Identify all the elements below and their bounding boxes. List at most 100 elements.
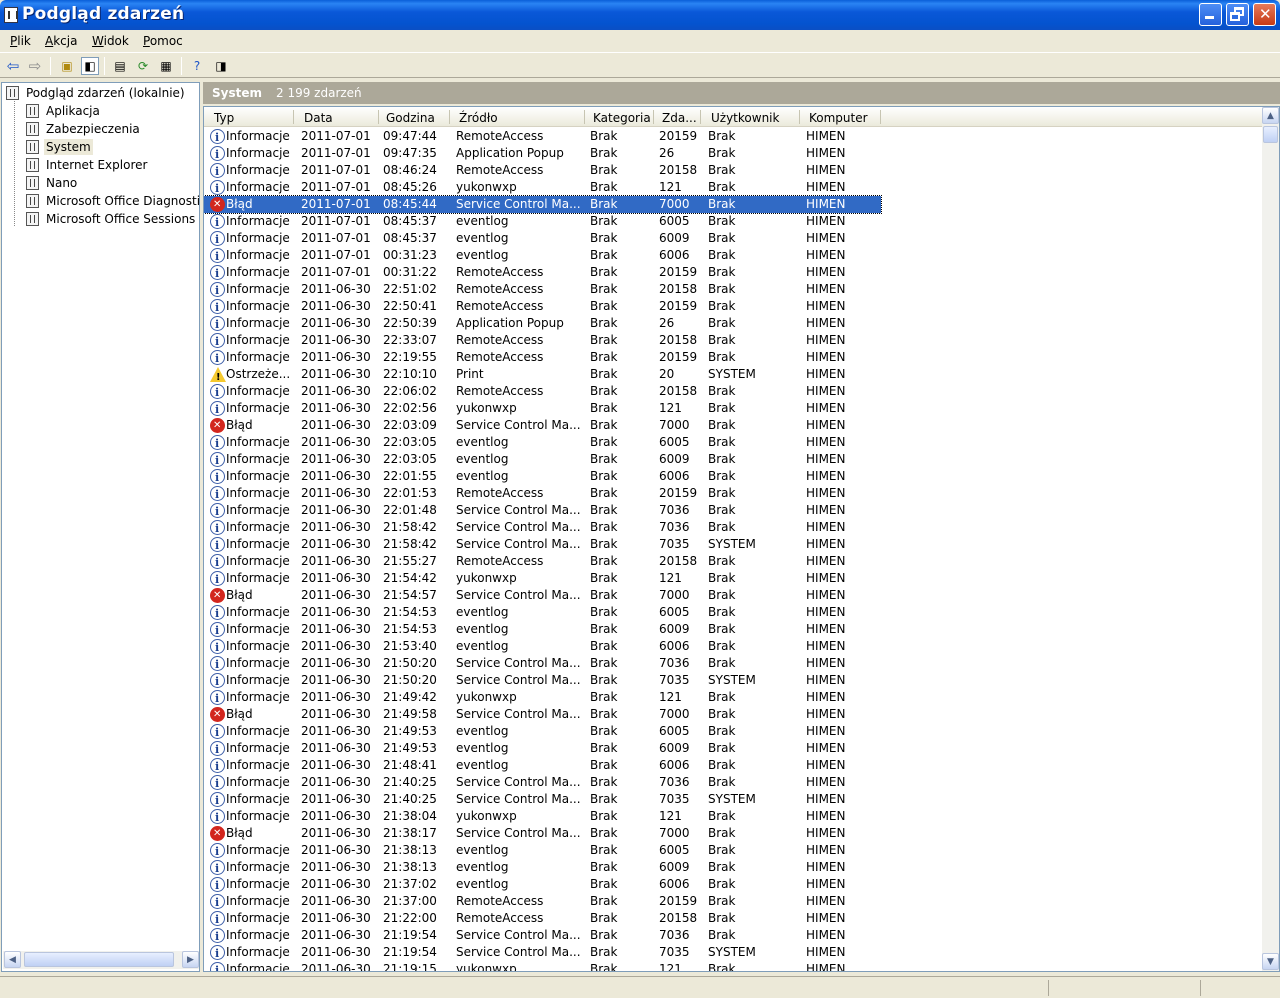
table-row[interactable]: Informacje 2011-06-30 21:38:13 eventlog Brak… [204,842,881,860]
column-divider[interactable] [653,110,654,124]
table-row[interactable]: Błąd 2011-07-01 08:45:44 Service Control Ma… [204,195,882,214]
close-button[interactable]: ✕ [1253,3,1276,26]
scroll-thumb[interactable] [24,952,174,967]
title-bar[interactable]: Podgląd zdarzeń ✕ [0,0,1280,30]
table-row[interactable]: Informacje 2011-06-30 21:22:00 RemoteAccess… [204,910,881,928]
table-row[interactable]: Informacje 2011-06-30 22:50:41 RemoteAccess… [204,298,881,316]
table-row[interactable]: Informacje 2011-06-30 21:38:13 eventlog Brak… [204,859,881,877]
table-row[interactable]: Informacje 2011-06-30 21:49:42 yukonwxp Brak… [204,689,881,707]
table-row[interactable]: Informacje 2011-06-30 22:50:39 Application … [204,315,881,333]
menu-widok[interactable]: Widok [92,34,129,48]
table-row[interactable]: Informacje 2011-06-30 22:19:55 RemoteAccess… [204,349,881,367]
table-row[interactable]: Informacje 2011-06-30 21:55:27 RemoteAccess… [204,553,881,571]
table-row[interactable]: Informacje 2011-06-30 21:50:20 Service Cont… [204,672,881,690]
table-row[interactable]: Błąd 2011-06-30 22:03:09 Service Control Ma… [204,417,881,434]
table-row[interactable]: Informacje 2011-07-01 00:31:22 RemoteAccess… [204,264,881,282]
table-row[interactable]: Informacje 2011-06-30 21:40:25 Service Cont… [204,774,881,792]
table-row[interactable]: Informacje 2011-07-01 08:45:37 eventlog Brak… [204,213,881,231]
table-row[interactable]: Informacje 2011-06-30 22:02:56 yukonwxp Brak… [204,400,881,418]
table-row[interactable]: Informacje 2011-07-01 09:47:35 Application … [204,145,881,163]
table-row[interactable]: Informacje 2011-06-30 21:49:53 eventlog Brak… [204,740,881,758]
scroll-thumb[interactable] [1263,126,1278,143]
table-row[interactable]: Informacje 2011-06-30 22:01:55 eventlog Brak… [204,468,881,486]
table-row[interactable]: Informacje 2011-06-30 22:03:05 eventlog Brak… [204,451,881,469]
table-row[interactable]: Informacje 2011-06-30 21:50:20 Service Cont… [204,655,881,673]
table-row[interactable]: Błąd 2011-06-30 21:38:17 Service Control Ma… [204,825,881,842]
table-row[interactable]: Informacje 2011-06-30 21:49:53 eventlog Brak… [204,723,881,741]
column-header-komputer[interactable]: Komputer [809,111,868,125]
table-row[interactable]: Informacje 2011-06-30 21:53:40 eventlog Brak… [204,638,881,656]
table-cell: 121 [659,401,682,415]
table-row[interactable]: Informacje 2011-07-01 09:47:44 RemoteAccess… [204,128,881,146]
table-row[interactable]: Błąd 2011-06-30 21:54:57 Service Control Ma… [204,587,881,604]
table-row[interactable]: Informacje 2011-06-30 22:51:02 RemoteAccess… [204,281,881,299]
back-arrow-icon[interactable]: ⇦ [4,57,22,75]
scroll-up-icon[interactable]: ▲ [1262,107,1279,124]
up-folder-icon[interactable]: ▣ [58,57,76,75]
table-row[interactable]: Informacje 2011-06-30 21:40:25 Service Cont… [204,791,881,809]
table-row[interactable]: Informacje 2011-07-01 00:31:23 eventlog Brak… [204,247,881,265]
table-row[interactable]: Informacje 2011-06-30 21:54:53 eventlog Brak… [204,621,881,639]
table-cell: 22:01:48 [383,503,437,517]
column-header-uzytkownik[interactable]: Użytkownik [711,111,779,125]
column-header-zrodlo[interactable]: Źródło [459,111,498,125]
table-row[interactable]: Informacje 2011-06-30 22:03:05 eventlog Brak… [204,434,881,452]
table-cell: 21:38:13 [383,843,437,857]
forward-arrow-icon[interactable]: ⇨ [26,57,44,75]
table-row[interactable]: Informacje 2011-06-30 21:19:15 yukonwxp Brak… [204,961,881,971]
console-icon[interactable]: ◨ [212,57,230,75]
column-divider[interactable] [378,110,379,124]
table-row[interactable]: Informacje 2011-06-30 21:58:42 Service Cont… [204,519,881,537]
menu-plik[interactable]: Plik [10,34,31,48]
table-row[interactable]: Informacje 2011-07-01 08:45:37 eventlog Brak… [204,230,881,248]
table-cell: 2011-06-30 [301,911,371,925]
column-divider[interactable] [449,110,450,124]
menu-pomoc[interactable]: Pomoc [143,34,183,48]
table-row[interactable]: Informacje 2011-06-30 21:54:53 eventlog Brak… [204,604,881,622]
table-cell: 2011-06-30 [301,894,371,908]
table-cell: Brak [708,350,736,364]
table-row[interactable]: Informacje 2011-06-30 21:58:42 Service Cont… [204,536,881,554]
column-divider[interactable] [880,110,881,124]
scroll-down-icon[interactable]: ▼ [1262,953,1279,970]
table-row[interactable]: Informacje 2011-06-30 21:37:02 eventlog Brak… [204,876,881,894]
list-vertical-scrollbar[interactable]: ▲ ▼ [1262,107,1279,971]
help-icon[interactable]: ? [188,57,206,75]
table-cell: Brak [590,554,618,568]
table-row[interactable]: Informacje 2011-06-30 22:06:02 RemoteAccess… [204,383,881,401]
table-row[interactable]: Informacje 2011-06-30 22:01:53 RemoteAccess… [204,485,881,503]
table-row[interactable]: Informacje 2011-07-01 08:45:26 yukonwxp Brak… [204,179,881,197]
table-row[interactable]: Informacje 2011-06-30 22:01:48 Service Cont… [204,502,881,520]
column-header-typ[interactable]: Typ [214,111,234,125]
column-divider[interactable] [584,110,585,124]
export-list-icon[interactable]: ▦ [157,57,175,75]
column-header-godzina[interactable]: Godzina [386,111,435,125]
maximize-button[interactable] [1226,3,1249,26]
column-divider[interactable] [293,110,294,124]
properties-icon[interactable]: ▤ [111,57,129,75]
table-cell: Błąd [226,826,253,840]
tree-horizontal-scrollbar[interactable]: ◀ ▶ [3,951,199,969]
table-row[interactable]: Informacje 2011-06-30 21:19:54 Service Cont… [204,927,881,945]
scroll-right-icon[interactable]: ▶ [182,951,199,968]
table-row[interactable]: Ostrzeże... 2011-06-30 22:10:10 Print Brak 20… [204,366,881,386]
table-cell: 7035 [659,945,690,959]
table-row[interactable]: Błąd 2011-06-30 21:49:58 Service Control Ma… [204,706,881,723]
table-row[interactable]: Informacje 2011-06-30 21:38:04 yukonwxp Brak… [204,808,881,826]
menu-akcja[interactable]: Akcja [45,34,77,48]
minimize-button[interactable] [1199,3,1222,26]
show-tree-icon[interactable]: ◧ [81,57,99,75]
column-divider[interactable] [799,110,800,124]
column-divider[interactable] [700,110,701,124]
refresh-icon[interactable]: ⟳ [134,57,152,75]
table-row[interactable]: Informacje 2011-06-30 21:19:54 Service Cont… [204,944,881,962]
column-header-data[interactable]: Data [304,111,333,125]
scroll-left-icon[interactable]: ◀ [4,951,21,968]
table-row[interactable]: Informacje 2011-06-30 21:54:42 yukonwxp Brak… [204,570,881,588]
column-header-zdarzenie[interactable]: Zda... [662,111,697,125]
table-row[interactable]: Informacje 2011-06-30 22:33:07 RemoteAccess… [204,332,881,350]
table-row[interactable]: Informacje 2011-07-01 08:46:24 RemoteAccess… [204,162,881,180]
column-header-kategoria[interactable]: Kategoria [593,111,651,125]
table-row[interactable]: Informacje 2011-06-30 21:48:41 eventlog Brak… [204,757,881,775]
table-row[interactable]: Informacje 2011-06-30 21:37:00 RemoteAccess… [204,893,881,911]
